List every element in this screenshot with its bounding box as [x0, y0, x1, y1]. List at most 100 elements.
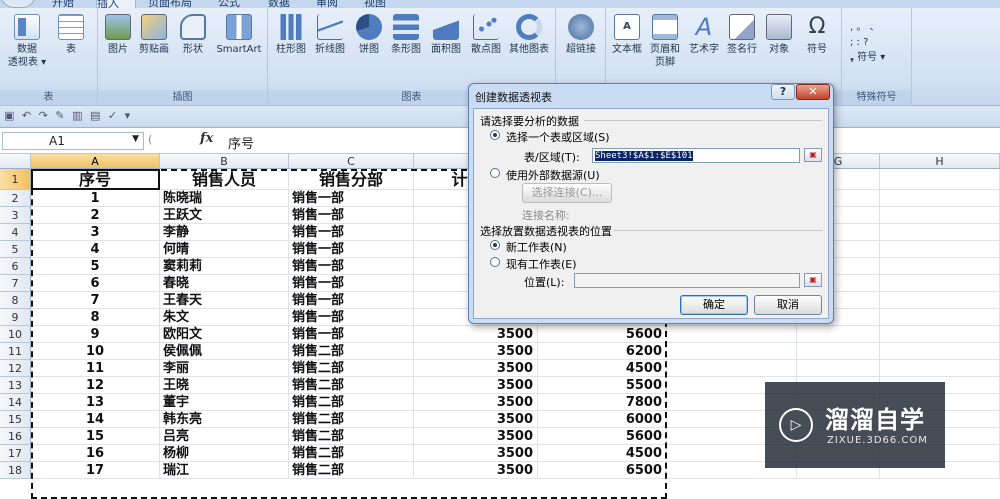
table-cell[interactable]: 销售一部	[289, 275, 414, 292]
table-cell[interactable]: 4	[31, 241, 160, 258]
table-cell[interactable]: 5500	[538, 377, 667, 394]
table-cell[interactable]: 12	[31, 377, 160, 394]
cancel-button[interactable]: 取消	[754, 295, 822, 315]
row-header[interactable]: 4	[0, 224, 31, 241]
radio-external-source[interactable]	[490, 168, 500, 178]
close-button[interactable]: ✕	[796, 84, 830, 100]
empty-cell[interactable]	[797, 343, 880, 360]
empty-cell[interactable]	[667, 343, 797, 360]
row-header[interactable]: 3	[0, 207, 31, 224]
table-cell[interactable]: 销售一部	[289, 258, 414, 275]
table-cell[interactable]: 王晓	[160, 377, 289, 394]
table-cell[interactable]: 7	[31, 292, 160, 309]
print-preview-icon[interactable]: ▤	[90, 109, 102, 122]
row-header[interactable]: 17	[0, 445, 31, 462]
table-cell[interactable]: 3500	[414, 377, 538, 394]
empty-cell[interactable]	[667, 360, 797, 377]
table-button[interactable]: 表	[54, 14, 88, 56]
table-cell[interactable]: 3500	[414, 326, 538, 343]
column-header-c[interactable]: C	[289, 154, 414, 169]
table-cell[interactable]: 销售二部	[289, 445, 414, 462]
smartart-button[interactable]: SmartArt	[212, 14, 266, 56]
table-cell[interactable]: 销售一部	[289, 309, 414, 326]
customize-qat-icon[interactable]: ▾	[125, 109, 133, 122]
choose-connection-button[interactable]: 选择连接(C)...	[522, 183, 612, 203]
table-cell[interactable]: 销售二部	[289, 411, 414, 428]
table-cell[interactable]: 5	[31, 258, 160, 275]
column-header-a[interactable]: A	[31, 154, 160, 169]
table-cell[interactable]: 销售二部	[289, 394, 414, 411]
range-input[interactable]: Sheet3!$A$1:$E$101	[592, 148, 800, 163]
spelling-icon[interactable]: ✓	[108, 109, 119, 122]
table-cell[interactable]: 李静	[160, 224, 289, 241]
table-cell[interactable]: 3500	[414, 428, 538, 445]
empty-cell[interactable]	[880, 224, 1000, 241]
table-cell[interactable]: 9	[31, 326, 160, 343]
table-cell[interactable]: 1	[31, 190, 160, 207]
table-cell[interactable]: 窦莉莉	[160, 258, 289, 275]
line-chart-button[interactable]: 折线图	[312, 14, 348, 56]
tab-home[interactable]: 开始	[52, 0, 74, 8]
other-charts-button[interactable]: 其他图表	[506, 14, 552, 56]
table-cell[interactable]: 王跃文	[160, 207, 289, 224]
table-cell[interactable]: 朱文	[160, 309, 289, 326]
tab-formulas[interactable]: 公式	[218, 0, 240, 8]
table-cell[interactable]: 何晴	[160, 241, 289, 258]
table-cell[interactable]: 5600	[538, 326, 667, 343]
tab-review[interactable]: 审阅	[316, 0, 338, 8]
table-cell[interactable]: 销售二部	[289, 428, 414, 445]
table-cell[interactable]: 3500	[414, 462, 538, 479]
picture-button[interactable]: 图片	[104, 14, 132, 56]
insert-function-icon[interactable]: fx	[200, 131, 213, 146]
table-cell[interactable]: 销售一部	[289, 241, 414, 258]
table-cell[interactable]: 3500	[414, 394, 538, 411]
hyperlink-button[interactable]: 超链接	[562, 14, 600, 56]
radio-select-range[interactable]	[490, 130, 500, 140]
table-cell[interactable]: 董宇	[160, 394, 289, 411]
row-header[interactable]: 13	[0, 377, 31, 394]
tab-page-layout[interactable]: 页面布局	[148, 0, 192, 8]
table-cell[interactable]: 销售一部	[289, 292, 414, 309]
table-cell[interactable]: 6500	[538, 462, 667, 479]
row-header-1[interactable]: 1	[0, 169, 31, 190]
header-footer-button[interactable]: 页眉和 页脚	[646, 14, 684, 69]
empty-cell[interactable]	[880, 169, 1000, 190]
table-cell[interactable]: 6200	[538, 343, 667, 360]
empty-cell[interactable]	[880, 275, 1000, 292]
column-chart-button[interactable]: 柱形图	[274, 14, 308, 56]
table-cell[interactable]: 16	[31, 445, 160, 462]
empty-cell[interactable]	[880, 326, 1000, 343]
row-header[interactable]: 16	[0, 428, 31, 445]
range-collapse-icon[interactable]: ▣	[804, 148, 822, 162]
header-cell[interactable]: 销售人员	[160, 169, 289, 190]
row-header[interactable]: 8	[0, 292, 31, 309]
table-cell[interactable]: 销售一部	[289, 207, 414, 224]
chevron-down-icon[interactable]: ▼	[132, 134, 139, 144]
table-cell[interactable]: 销售一部	[289, 224, 414, 241]
table-cell[interactable]: 销售二部	[289, 462, 414, 479]
select-all-corner[interactable]	[0, 154, 31, 169]
header-cell[interactable]: 销售分部	[289, 169, 414, 190]
table-cell[interactable]: 17	[31, 462, 160, 479]
empty-cell[interactable]	[880, 207, 1000, 224]
signature-line-button[interactable]: 签名行	[724, 14, 760, 56]
table-cell[interactable]: 6	[31, 275, 160, 292]
row-header[interactable]: 14	[0, 394, 31, 411]
empty-cell[interactable]	[880, 241, 1000, 258]
formula-content[interactable]: 序号	[228, 133, 254, 152]
table-cell[interactable]: 6000	[538, 411, 667, 428]
empty-cell[interactable]	[880, 309, 1000, 326]
table-cell[interactable]: 3500	[414, 411, 538, 428]
clip-art-button[interactable]: 剪贴画	[136, 14, 172, 56]
save-icon[interactable]: ▣	[4, 109, 16, 122]
row-header[interactable]: 15	[0, 411, 31, 428]
table-cell[interactable]: 陈晓瑞	[160, 190, 289, 207]
wordart-button[interactable]: A 艺术字	[686, 14, 722, 56]
column-header-h[interactable]: H	[880, 154, 1000, 169]
table-cell[interactable]: 3500	[414, 445, 538, 462]
empty-cell[interactable]	[797, 360, 880, 377]
row-header[interactable]: 18	[0, 462, 31, 479]
name-box[interactable]: A1 ▼	[2, 132, 144, 150]
undo-icon[interactable]: ↶	[22, 109, 33, 122]
table-cell[interactable]: 5600	[538, 428, 667, 445]
